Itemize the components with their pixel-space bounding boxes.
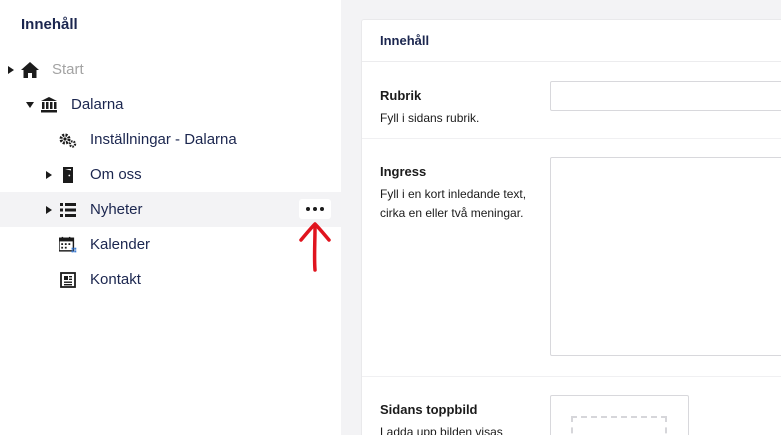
property-label-toppbild: Sidans toppbild [380,402,478,417]
tree-item-label: Inställningar - Dalarna [90,131,237,148]
tree-item-kontakt[interactable]: Kontakt [0,262,341,297]
property-description-ingress: Fyll i en kort inledande text, cirka en … [380,187,527,220]
property-divider [362,138,781,139]
image-picker[interactable] [550,395,689,435]
tree-item-kalender[interactable]: Kalender [0,227,341,262]
content-tree: Innehåll Start Dalarna Inställningar - D… [0,0,341,435]
collapse-caret-icon[interactable] [25,100,35,110]
tree-title: Innehåll [21,16,78,33]
door-icon [59,166,77,184]
dot [306,207,310,211]
list-icon [59,201,77,219]
panel-header: Innehåll [362,20,781,62]
tree-item-label: Dalarna [71,96,124,113]
dot [313,207,317,211]
group-title: Innehåll [380,33,430,48]
image-upload-dropzone[interactable] [571,416,667,435]
tree-item-label: Kontakt [90,271,141,288]
tree-item-label: Kalender [90,236,151,253]
home-icon [21,61,39,79]
property-description-toppbild: Ladda upp bilden visas [380,425,503,435]
newspaper-icon [59,271,77,289]
ingress-textarea[interactable] [550,157,781,356]
tree-item-label: Nyheter [90,201,143,218]
tree-item-installningar[interactable]: Inställningar - Dalarna [0,122,341,157]
dot [320,207,324,211]
institution-icon [40,96,58,114]
more-actions-icon[interactable] [299,199,331,219]
property-description-rubrik: Fyll i sidans rubrik. [380,111,480,125]
property-divider [362,376,781,377]
cogs-icon [59,131,77,149]
tree-item-label: Start [52,61,84,78]
expand-caret-icon[interactable] [44,170,54,180]
calendar-icon [59,236,77,254]
tree-item-nyheter[interactable]: Nyheter [0,192,341,227]
tree-item-dalarna[interactable]: Dalarna [0,87,341,122]
property-label-rubrik: Rubrik [380,88,422,103]
property-label-ingress: Ingress [380,164,427,179]
red-arrow-annotation [299,222,331,272]
tree-item-label: Om oss [90,166,142,183]
rubrik-input[interactable] [550,81,781,111]
tree-item-om-oss[interactable]: Om oss [0,157,341,192]
expand-caret-icon[interactable] [6,65,16,75]
property-group-panel: Innehåll Rubrik Fyll i sidans rubrik. In… [361,19,781,435]
tree-item-start[interactable]: Start [0,52,341,87]
expand-caret-icon[interactable] [44,205,54,215]
